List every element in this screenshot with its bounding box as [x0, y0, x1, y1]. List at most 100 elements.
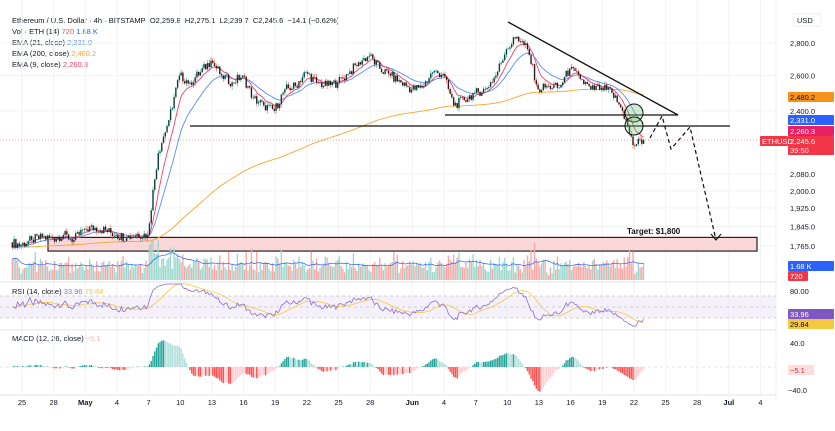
- volume-bar: [347, 269, 349, 280]
- macd-histogram-bar: [386, 367, 388, 375]
- volume-bar: [141, 273, 144, 280]
- macd-histogram-bar: [496, 357, 499, 367]
- candle-body: [614, 95, 617, 98]
- candle-body: [69, 239, 72, 240]
- candle-body: [484, 88, 487, 90]
- candle-body: [266, 105, 268, 111]
- macd-histogram-bar: [391, 367, 393, 375]
- volume-bar: [366, 264, 369, 280]
- volume-bar: [94, 271, 96, 280]
- macd-histogram-bar: [514, 355, 516, 367]
- candle-body: [296, 85, 298, 88]
- candle-body: [430, 73, 432, 79]
- macd-histogram-bar: [451, 367, 453, 375]
- volume-bar: [314, 269, 316, 280]
- time-axis[interactable]: 25 28 May 4 7 10 13 16 19 22 25 28 Jun 4 7 10 13 16 19 22 25…: [18, 398, 763, 407]
- volume-bar: [205, 258, 207, 280]
- candle-body: [139, 237, 142, 239]
- macd-histogram-bar: [512, 354, 515, 367]
- volume-bar: [78, 266, 80, 280]
- candle-body: [465, 99, 467, 102]
- volume-bar: [574, 265, 576, 280]
- candle-body: [78, 232, 80, 235]
- macd-histogram-bar: [393, 367, 395, 376]
- volume-bar: [495, 264, 497, 280]
- candle-body: [438, 73, 441, 78]
- volume-bar: [616, 259, 618, 280]
- candle-body: [554, 82, 557, 85]
- macd-histogram-bar: [74, 367, 77, 368]
- macd-histogram-bar: [90, 365, 93, 367]
- volume-bar: [359, 266, 362, 280]
- time-tick: 16: [566, 398, 574, 407]
- volume-bar: [579, 266, 581, 280]
- macd-histogram-bar: [528, 367, 530, 375]
- candle-body: [187, 80, 189, 84]
- price-chart[interactable]: Target: $1,800 USD 2,800.0 2,600.0 2,400.0…: [0, 0, 835, 431]
- macd-histogram-bar: [127, 367, 130, 369]
- volume-bar: [39, 258, 42, 280]
- macd-histogram-bar: [249, 367, 251, 375]
- candle-body: [528, 49, 530, 56]
- volume-bar: [321, 265, 323, 280]
- macd-histogram-bar: [437, 359, 439, 367]
- volume-bar: [122, 256, 124, 280]
- candle-body: [101, 230, 103, 234]
- candle-body: [282, 92, 284, 95]
- candle-body: [437, 70, 439, 74]
- volume-bar: [618, 268, 620, 280]
- macd-histogram-bar: [637, 367, 639, 376]
- macd-histogram-bar: [168, 343, 170, 367]
- candle-body: [110, 228, 112, 233]
- candle-body: [521, 41, 523, 43]
- macd-histogram-bar: [354, 361, 356, 367]
- candle-body: [125, 237, 128, 242]
- candle-body: [479, 91, 481, 96]
- macd-histogram-bar: [540, 367, 543, 391]
- macd-histogram-bar: [618, 367, 620, 372]
- macd-histogram-bar: [503, 354, 506, 367]
- candle-body: [41, 233, 43, 238]
- volume-bar: [322, 263, 325, 280]
- candle-body: [379, 62, 381, 69]
- candle-body: [491, 82, 494, 83]
- candle-body: [621, 107, 624, 111]
- volume-bar: [215, 270, 217, 280]
- macd-histogram-bar: [152, 355, 154, 367]
- candle-body: [298, 81, 300, 88]
- volume-bar: [27, 265, 29, 280]
- candle-body: [217, 66, 219, 69]
- macd-histogram-bar: [150, 361, 152, 367]
- volume-bar: [108, 261, 110, 280]
- volume-bar: [525, 265, 527, 280]
- volume-bar: [166, 259, 168, 280]
- macd-histogram-bar: [442, 362, 444, 367]
- candle-body: [52, 236, 54, 239]
- candle-body: [414, 85, 416, 90]
- volume-bar: [635, 271, 638, 280]
- macd-histogram-bar: [210, 367, 212, 376]
- macd-histogram-bar: [162, 340, 165, 367]
- candle-body: [252, 97, 254, 99]
- candle-body: [405, 82, 407, 87]
- candle-body: [607, 87, 610, 90]
- volume-bar: [219, 255, 221, 280]
- macd-histogram-bar: [416, 367, 418, 369]
- volume-bar: [29, 262, 31, 280]
- candle-body: [132, 236, 135, 238]
- macd-histogram-bar: [166, 342, 168, 367]
- volume-bar: [505, 263, 508, 280]
- volume-bar: [386, 266, 388, 280]
- macd-histogram-bar: [189, 367, 191, 371]
- macd-histogram-bar: [347, 364, 349, 367]
- volume-bar: [256, 252, 258, 280]
- volume-bar: [277, 258, 279, 280]
- volume-bar: [484, 269, 487, 280]
- volume-bar: [266, 262, 268, 280]
- macd-histogram-bar: [387, 367, 390, 375]
- candle-body: [233, 82, 235, 84]
- macd-histogram-bar: [226, 367, 228, 383]
- candle-body: [38, 235, 40, 239]
- macd-histogram-bar: [71, 367, 73, 369]
- candle-body: [36, 234, 38, 236]
